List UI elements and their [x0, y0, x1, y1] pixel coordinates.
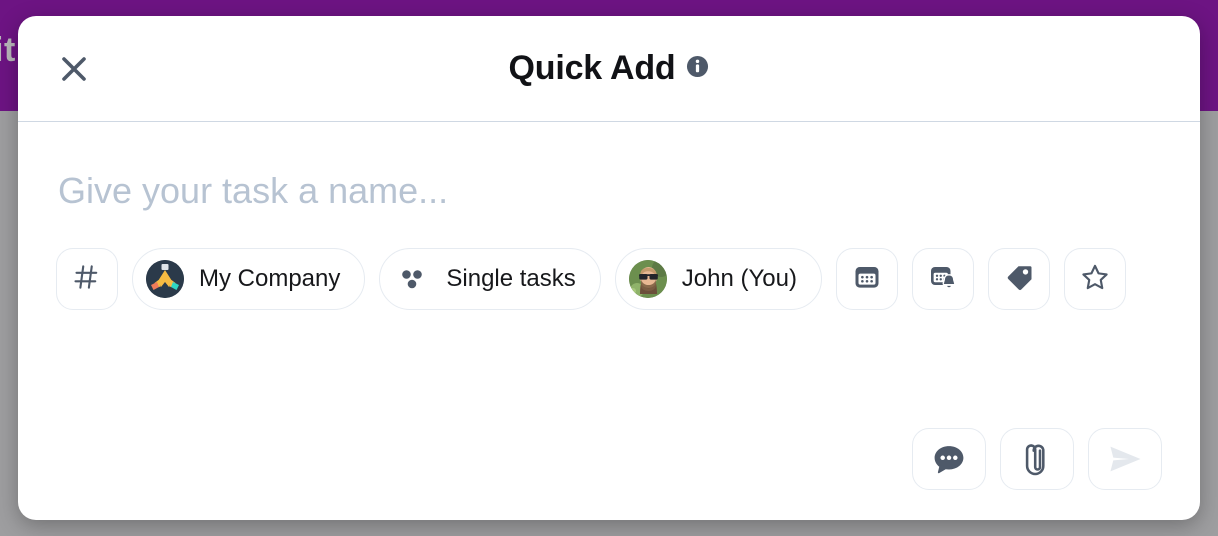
tag-button[interactable] — [987, 248, 1050, 310]
three-dots-icon — [393, 264, 431, 294]
workspace-chip-label: My Company — [199, 265, 341, 292]
hashtag-button[interactable] — [56, 248, 118, 310]
paperclip-icon — [1019, 441, 1055, 477]
calendar-icon — [852, 262, 882, 297]
handshake-avatar — [146, 260, 184, 298]
dialog-header: Quick Add — [18, 16, 1200, 122]
due-date-button[interactable] — [835, 248, 898, 310]
chip-toolbar: My Company Single tasks John (You) — [56, 248, 1162, 310]
workspace-chip[interactable]: My Company — [132, 248, 366, 310]
info-icon[interactable] — [686, 55, 709, 83]
footer-actions — [912, 428, 1162, 490]
calendar-bell-icon — [928, 262, 958, 297]
star-icon — [1080, 262, 1110, 297]
quick-add-dialog: Quick Add Give your task a name... My Co… — [18, 16, 1200, 520]
send-button[interactable] — [1088, 428, 1162, 490]
tag-icon — [1004, 262, 1034, 297]
task-type-chip[interactable]: Single tasks — [379, 248, 601, 310]
send-icon — [1106, 440, 1144, 478]
attachment-button[interactable] — [1000, 428, 1074, 490]
page-title: Quick Add — [508, 49, 676, 87]
backdrop-partial-text: it — [0, 31, 16, 69]
task-name-input[interactable] — [56, 164, 1162, 220]
reminder-button[interactable] — [911, 248, 974, 310]
comment-icon — [931, 441, 967, 477]
hashtag-icon — [72, 262, 102, 297]
task-type-chip-label: Single tasks — [446, 265, 576, 292]
close-icon — [59, 54, 89, 84]
close-button[interactable] — [52, 47, 96, 91]
assignee-chip-label: John (You) — [681, 265, 797, 292]
dialog-title-wrap: Quick Add — [509, 49, 710, 88]
comment-button[interactable] — [912, 428, 986, 490]
dialog-body: My Company Single tasks — [18, 122, 1200, 520]
priority-button[interactable] — [1063, 248, 1126, 310]
person-avatar — [628, 260, 667, 298]
assignee-chip[interactable]: John (You) — [614, 248, 822, 310]
